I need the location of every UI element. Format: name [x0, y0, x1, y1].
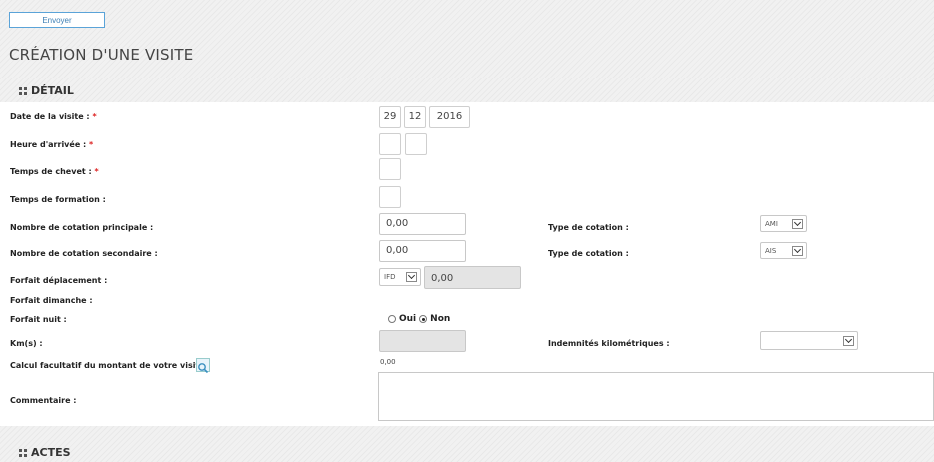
actes-section-bar: [0, 426, 934, 462]
date-month-input[interactable]: 12: [404, 106, 426, 128]
night-no-label: Non: [430, 314, 451, 324]
travel-select[interactable]: IFD: [379, 268, 421, 286]
detail-section-label: DÉTAIL: [31, 84, 74, 97]
actes-section-title: ACTES: [19, 446, 71, 459]
main-count-input[interactable]: 0,00: [379, 213, 466, 235]
type2-select[interactable]: AIS: [760, 242, 807, 259]
secondary-count-label: Nombre de cotation secondaire :: [10, 249, 158, 258]
arrival-minute-input[interactable]: [405, 133, 427, 155]
header-band: [0, 0, 934, 78]
main-count-label: Nombre de cotation principale :: [10, 223, 154, 232]
night-yes-radio[interactable]: [388, 315, 396, 323]
arrival-label: Heure d'arrivée : *: [10, 140, 94, 149]
travel-label: Forfait déplacement :: [10, 276, 108, 285]
travel-amount-input: 0,00: [424, 266, 521, 289]
grid-icon: [19, 86, 28, 95]
comment-label: Commentaire :: [10, 396, 77, 405]
send-button[interactable]: Envoyer: [9, 12, 105, 28]
type1-value: AMI: [765, 219, 778, 228]
required-mark: *: [94, 167, 99, 176]
date-label: Date de la visite : *: [10, 112, 97, 121]
date-day-input[interactable]: 29: [379, 106, 401, 128]
search-icon[interactable]: [196, 358, 210, 374]
arrival-hour-input[interactable]: [379, 133, 401, 155]
type2-value: AIS: [765, 246, 777, 255]
bedside-time-input[interactable]: [379, 158, 401, 180]
required-mark: *: [89, 140, 94, 149]
secondary-count-input[interactable]: 0,00: [379, 240, 466, 262]
night-no-radio[interactable]: [419, 315, 428, 323]
type1-select[interactable]: AMI: [760, 215, 807, 232]
night-radio-group: Oui Non: [388, 314, 450, 324]
chevron-down-icon: [792, 245, 803, 256]
chevron-down-icon: [792, 218, 803, 229]
detail-section-bar: [0, 78, 934, 102]
chevron-down-icon: [843, 335, 854, 346]
actes-section-label: ACTES: [31, 446, 71, 459]
detail-section-title: DÉTAIL: [19, 84, 74, 97]
training-label: Temps de formation :: [10, 195, 106, 204]
page-title: CRÉATION D'UNE VISITE: [9, 46, 194, 64]
night-yes-label: Oui: [399, 314, 417, 324]
calc-value: 0,00: [380, 358, 396, 366]
chevron-down-icon: [406, 271, 417, 282]
km-allowance-select[interactable]: [760, 331, 858, 350]
travel-select-value: IFD: [384, 273, 396, 281]
km-label: Km(s) :: [10, 339, 43, 348]
calc-label: Calcul facultatif du montant de votre vi…: [10, 361, 211, 370]
night-label: Forfait nuit :: [10, 315, 67, 324]
date-year-input[interactable]: 2016: [429, 106, 470, 128]
comment-textarea[interactable]: [378, 372, 934, 421]
type1-label: Type de cotation :: [548, 223, 629, 232]
sunday-label: Forfait dimanche :: [10, 296, 93, 305]
bedside-label: Temps de chevet : *: [10, 167, 99, 176]
required-mark: *: [92, 112, 97, 121]
grid-icon: [19, 448, 28, 457]
km-allowance-label: Indemnités kilométriques :: [548, 339, 670, 348]
type2-label: Type de cotation :: [548, 249, 629, 258]
km-input: [379, 330, 466, 352]
training-time-input[interactable]: [379, 186, 401, 208]
